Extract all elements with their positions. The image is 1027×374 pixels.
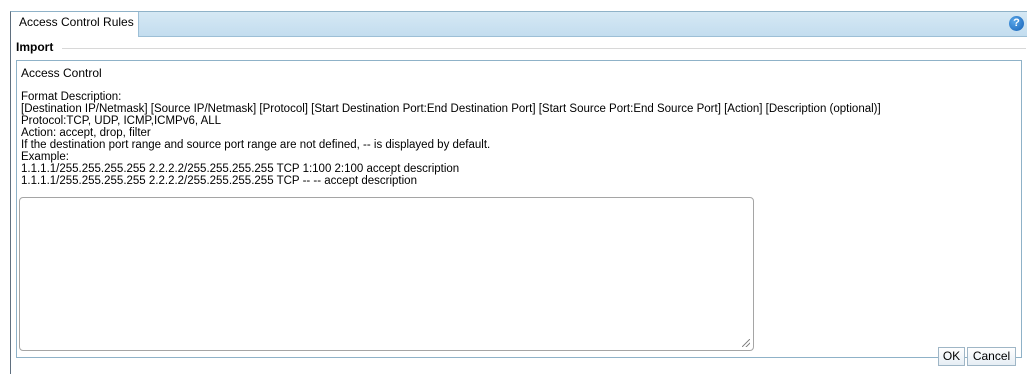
tab-bar: Access Control Rules ? bbox=[11, 12, 1027, 37]
section-title: Access Control bbox=[21, 66, 102, 80]
description-line: Action: accept, drop, filter bbox=[21, 127, 151, 139]
cancel-button[interactable]: Cancel bbox=[967, 347, 1016, 366]
description-line: [Destination IP/Netmask] [Source IP/Netm… bbox=[21, 103, 881, 115]
import-panel: Access Control Format Description: [Dest… bbox=[16, 60, 1022, 358]
description-line: If the destination port range and source… bbox=[21, 139, 491, 151]
import-legend: Import bbox=[16, 40, 54, 54]
help-icon[interactable]: ? bbox=[1009, 16, 1024, 31]
resize-handle-icon[interactable] bbox=[742, 339, 750, 347]
description-line: 1.1.1.1/255.255.255.255 2.2.2.2/255.255.… bbox=[21, 163, 460, 175]
tab-access-control-rules[interactable]: Access Control Rules bbox=[11, 12, 139, 37]
description-line: Protocol:TCP, UDP, ICMP,ICMPv6, ALL bbox=[21, 115, 222, 127]
ok-button[interactable]: OK bbox=[938, 347, 965, 366]
description-line: Format Description: bbox=[21, 91, 122, 103]
rules-input-wrapper bbox=[19, 197, 754, 351]
legend-divider bbox=[62, 48, 1026, 49]
rules-input[interactable] bbox=[20, 198, 753, 350]
description-line: Example: bbox=[21, 151, 69, 163]
description-line: 1.1.1.1/255.255.255.255 2.2.2.2/255.255.… bbox=[21, 175, 417, 187]
format-description: Format Description: [Destination IP/Netm… bbox=[21, 91, 1011, 187]
